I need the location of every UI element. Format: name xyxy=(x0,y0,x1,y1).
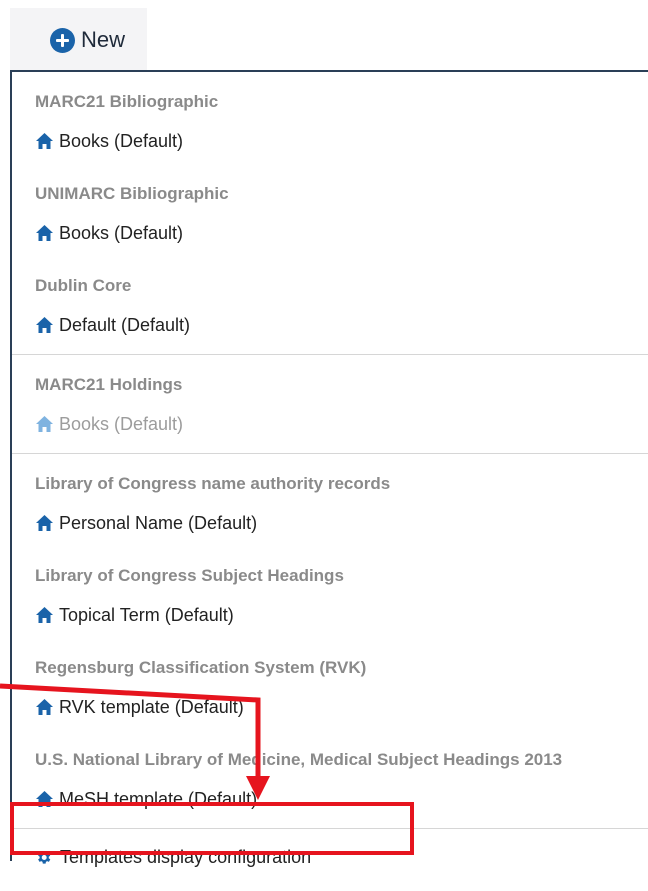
new-template-dropdown-menu: MARC21 Bibliographic Books (Default) UNI… xyxy=(10,70,648,867)
group-title-marc21-bibliographic: MARC21 Bibliographic xyxy=(35,92,219,111)
menu-item-dublin-core-default[interactable]: Default (Default) xyxy=(12,302,648,348)
config-item-label: Templates display configuration xyxy=(60,846,312,867)
templates-display-configuration-item[interactable]: Templates display configuration xyxy=(12,829,648,885)
group-title-marc21-holdings: MARC21 Holdings xyxy=(35,375,183,394)
home-icon xyxy=(36,317,53,333)
menu-item-unimarc-books[interactable]: Books (Default) xyxy=(12,210,648,256)
home-icon xyxy=(36,416,53,432)
home-icon xyxy=(36,699,53,715)
menu-item-marc21-books[interactable]: Books (Default) xyxy=(12,118,648,164)
menu-item-holdings-books: Books (Default) xyxy=(12,401,648,447)
menu-item-personal-name[interactable]: Personal Name (Default) xyxy=(12,500,648,546)
config-section: Templates display configuration xyxy=(12,829,648,891)
gear-icon xyxy=(38,850,51,864)
new-button-label: New xyxy=(81,27,126,52)
home-icon xyxy=(36,515,53,531)
group-title-mesh: U.S. National Library of Medicine, Medic… xyxy=(35,750,563,769)
menu-item-label: RVK template (Default) xyxy=(59,696,244,717)
menu-item-label: Books (Default) xyxy=(59,130,184,151)
group-title-rvk: Regensburg Classification System (RVK) xyxy=(35,658,367,677)
menu-item-label: Default (Default) xyxy=(59,314,191,335)
home-icon xyxy=(36,133,53,149)
authority-section: Library of Congress name authority recor… xyxy=(12,454,648,829)
home-icon xyxy=(36,607,53,623)
group-title-dublin-core: Dublin Core xyxy=(35,276,132,295)
menu-item-label: Personal Name (Default) xyxy=(59,512,258,533)
group-title-lc-subject-headings: Library of Congress Subject Headings xyxy=(35,566,344,585)
menu-item-label: MeSH template (Default) xyxy=(59,788,258,809)
holdings-section: MARC21 Holdings Books (Default) xyxy=(12,355,648,454)
menu-item-topical-term[interactable]: Topical Term (Default) xyxy=(12,592,648,638)
menu-item-label: Books (Default) xyxy=(59,413,184,434)
group-title-unimarc-bibliographic: UNIMARC Bibliographic xyxy=(35,184,229,203)
home-icon xyxy=(36,791,53,807)
group-title-lc-name-authority: Library of Congress name authority recor… xyxy=(35,474,391,493)
plus-circle-icon xyxy=(50,27,75,53)
bibliographic-section: MARC21 Bibliographic Books (Default) UNI… xyxy=(12,72,648,355)
menu-item-mesh-template[interactable]: MeSH template (Default) xyxy=(12,776,648,822)
menu-item-label: Books (Default) xyxy=(59,222,184,243)
menu-item-label: Topical Term (Default) xyxy=(59,604,234,625)
new-button[interactable]: New xyxy=(10,8,147,72)
menu-item-rvk-template[interactable]: RVK template (Default) xyxy=(12,684,648,730)
home-icon xyxy=(36,225,53,241)
